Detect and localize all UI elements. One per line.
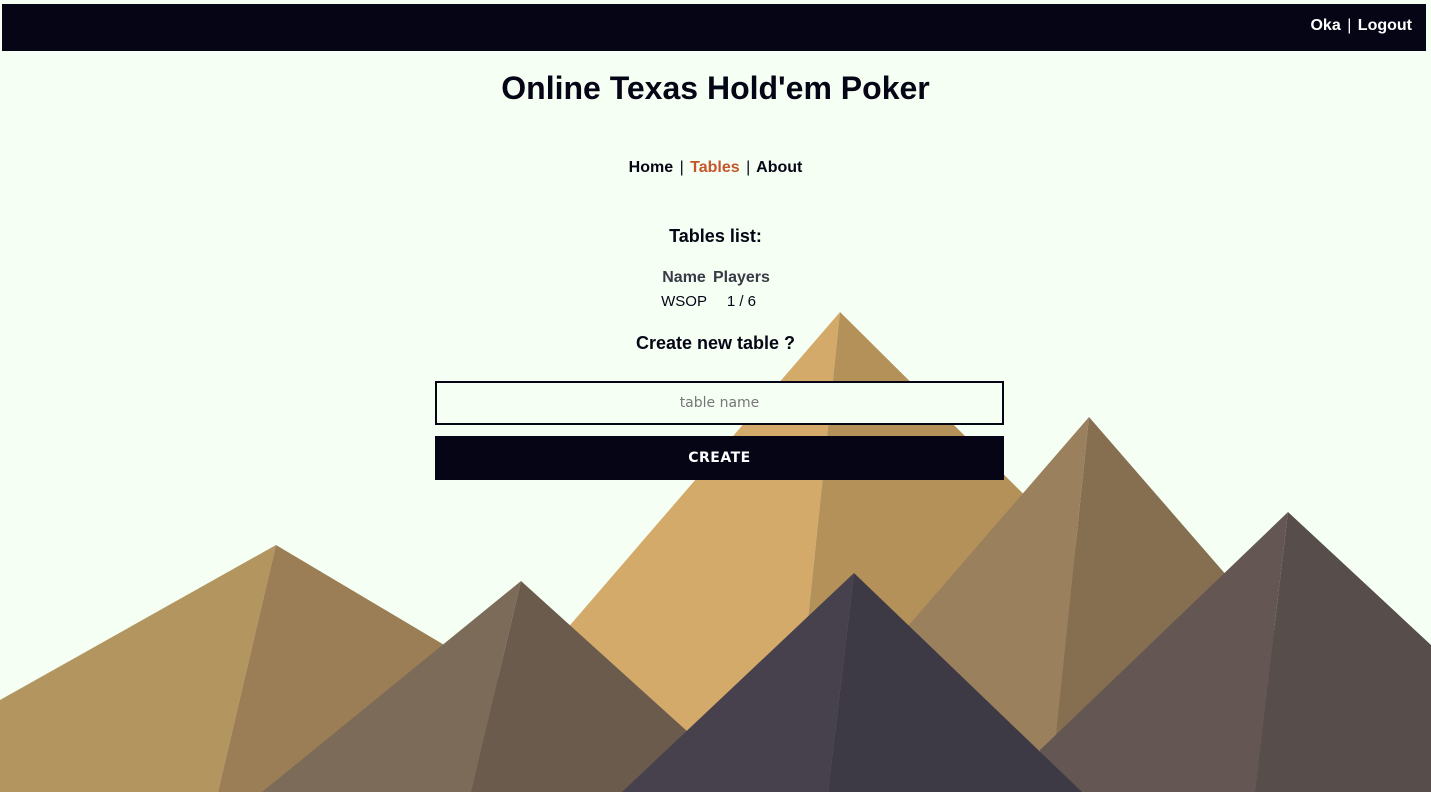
- tables-list-title: Tables list:: [669, 226, 762, 246]
- main-nav: Home | Tables | About: [0, 159, 1431, 177]
- table-header-row: Name Players: [658, 268, 773, 290]
- table-players-cell: 1 / 6: [726, 293, 757, 310]
- nav-tables-link[interactable]: Tables: [690, 159, 740, 176]
- username-link[interactable]: Oka: [1310, 17, 1340, 34]
- user-menu-separator: |: [1347, 17, 1352, 34]
- table-name-input[interactable]: [435, 381, 1004, 425]
- top-bar: Oka | Logout: [2, 4, 1426, 51]
- nav-separator: |: [679, 159, 684, 176]
- nav-home-link[interactable]: Home: [629, 159, 673, 176]
- create-button[interactable]: CREATE: [435, 436, 1004, 480]
- logout-link[interactable]: Logout: [1358, 17, 1412, 34]
- tables-list: Name Players WSOP 1 / 6: [0, 268, 1431, 313]
- user-menu: Oka | Logout: [1310, 17, 1412, 35]
- column-header-name: Name: [662, 269, 706, 286]
- table-row[interactable]: WSOP 1 / 6: [658, 290, 773, 313]
- page: Oka | Logout Online Texas Hold'em Poker …: [0, 0, 1431, 792]
- page-title: Online Texas Hold'em Poker: [501, 70, 930, 106]
- create-table-title: Create new table ?: [635, 333, 796, 353]
- tables-table: Name Players WSOP 1 / 6: [658, 268, 773, 313]
- nav-about-link[interactable]: About: [756, 159, 802, 176]
- table-name-cell[interactable]: WSOP: [658, 290, 710, 313]
- nav-separator: |: [746, 159, 751, 176]
- column-header-players: Players: [712, 269, 770, 286]
